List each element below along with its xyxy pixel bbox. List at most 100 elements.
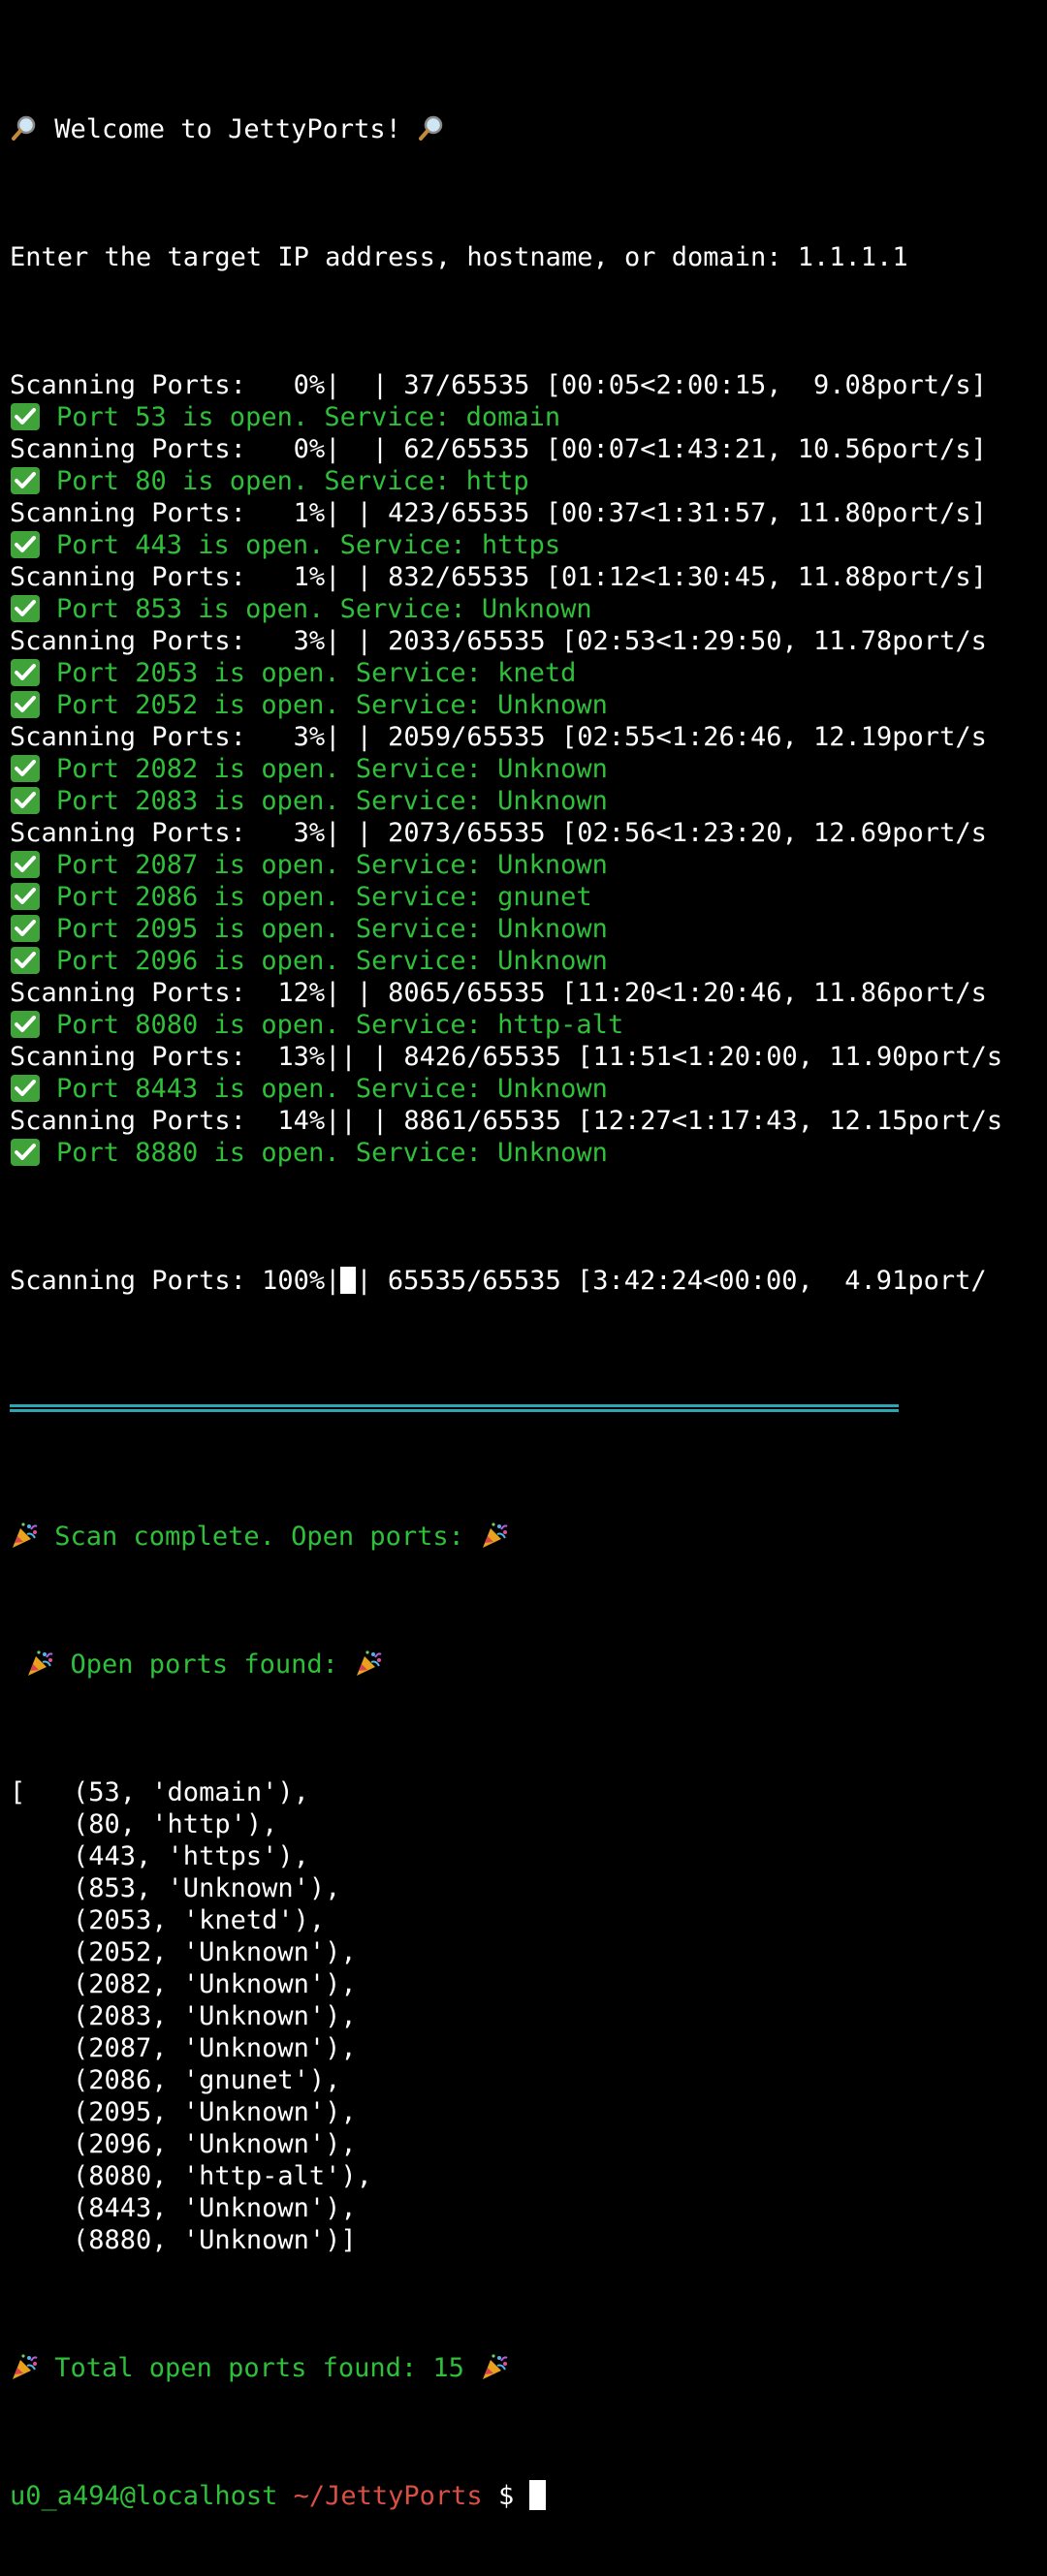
party-popper-icon: [480, 1521, 509, 1550]
check-mark-icon: [10, 883, 41, 910]
open-port-text: Port 2082 is open. Service: Unknown: [56, 754, 608, 784]
party-popper-icon: [10, 1521, 39, 1550]
open-ports-found-text: Open ports found:: [70, 1649, 338, 1680]
open-port-line: Port 8080 is open. Service: http-alt: [10, 1009, 1047, 1041]
open-port-text: Port 443 is open. Service: https: [56, 530, 561, 560]
open-port-text: Port 2086 is open. Service: gnunet: [56, 882, 592, 912]
open-port-line: Port 2096 is open. Service: Unknown: [10, 945, 1047, 977]
port-list-item: (2083, 'Unknown'),: [10, 2001, 357, 2031]
open-port-text: Port 80 is open. Service: http: [56, 466, 529, 496]
scan-progress-line: Scanning Ports: 13%|| | 8426/65535 [11:5…: [10, 1041, 1047, 1073]
check-mark-icon: [10, 531, 41, 558]
open-port-line: Port 53 is open. Service: domain: [10, 401, 1047, 433]
scan-progress-text: Scanning Ports: 3%| | 2033/65535 [02:53<…: [10, 626, 987, 656]
check-mark-icon: [10, 947, 41, 974]
open-port-text: Port 8443 is open. Service: Unknown: [56, 1074, 608, 1104]
open-port-text: Port 2096 is open. Service: Unknown: [56, 946, 608, 976]
scan-progress-text: Scanning Ports: 3%| | 2073/65535 [02:56<…: [10, 818, 987, 848]
target-value: 1.1.1.1: [797, 242, 908, 272]
check-mark-icon: [10, 659, 41, 686]
text-cursor[interactable]: [529, 2480, 547, 2510]
open-port-line: Port 8880 is open. Service: Unknown: [10, 1137, 1047, 1169]
open-port-line: Port 80 is open. Service: http: [10, 465, 1047, 497]
check-mark-icon: [10, 403, 41, 430]
check-mark-icon: [10, 851, 41, 878]
welcome-text: Welcome to JettyPorts!: [54, 114, 401, 144]
target-prompt-line: Enter the target IP address, hostname, o…: [10, 241, 1047, 273]
open-port-text: Port 2095 is open. Service: Unknown: [56, 914, 608, 944]
open-port-line: Port 2095 is open. Service: Unknown: [10, 913, 1047, 945]
check-mark-icon: [10, 1139, 41, 1166]
terminal-output: Welcome to JettyPorts! Enter the target …: [10, 17, 1047, 2576]
check-mark-icon: [10, 787, 41, 814]
check-mark-icon: [10, 1075, 41, 1102]
open-port-line: Port 2083 is open. Service: Unknown: [10, 785, 1047, 817]
open-port-line: Port 2087 is open. Service: Unknown: [10, 849, 1047, 881]
separator-rule: [10, 1393, 1047, 1425]
port-list-item: (2052, 'Unknown'),: [10, 1937, 357, 1967]
port-list-item: (2082, 'Unknown'),: [10, 1969, 357, 1999]
port-list-item: (853, 'Unknown'),: [10, 1873, 341, 1903]
open-port-text: Port 853 is open. Service: Unknown: [56, 594, 592, 624]
open-port-line: Port 2086 is open. Service: gnunet: [10, 881, 1047, 913]
open-port-text: Port 2083 is open. Service: Unknown: [56, 786, 608, 816]
scan-progress-text: Scanning Ports: 1%| | 832/65535 [01:12<1…: [10, 562, 987, 592]
party-popper-icon: [25, 1649, 54, 1678]
prompt-user-host: u0_a494@localhost: [10, 2481, 278, 2511]
scan-log: Scanning Ports: 0%| | 37/65535 [00:05<2:…: [10, 369, 1047, 1169]
scan-progress-text: Scanning Ports: 0%| | 37/65535 [00:05<2:…: [10, 370, 987, 400]
party-popper-icon: [354, 1649, 383, 1678]
port-list-item: (2087, 'Unknown'),: [10, 2033, 357, 2063]
scan-progress-line: Scanning Ports: 0%| | 62/65535 [00:07<1:…: [10, 433, 1047, 465]
port-list-item: (8080, 'http-alt'),: [10, 2161, 372, 2191]
scan-progress-line: Scanning Ports: 0%| | 37/65535 [00:05<2:…: [10, 369, 1047, 401]
scan-progress-text: Scanning Ports: 13%|| | 8426/65535 [11:5…: [10, 1042, 1003, 1072]
total-text: Total open ports found: 15: [54, 2353, 464, 2383]
magnifying-glass-icon: [417, 113, 446, 142]
open-port-text: Port 2052 is open. Service: Unknown: [56, 690, 608, 720]
check-mark-icon: [10, 467, 41, 494]
scan-complete-line: Scan complete. Open ports:: [10, 1521, 1047, 1553]
port-list-item: (8443, 'Unknown'),: [10, 2193, 357, 2223]
port-list-item: (8880, 'Unknown')]: [10, 2225, 357, 2255]
scan-progress-line: Scanning Ports: 1%| | 832/65535 [01:12<1…: [10, 561, 1047, 593]
open-port-line: Port 2053 is open. Service: knetd: [10, 657, 1047, 689]
port-list-item: (2095, 'Unknown'),: [10, 2097, 357, 2127]
open-port-text: Port 8080 is open. Service: http-alt: [56, 1010, 624, 1040]
port-list-item: [ (53, 'domain'),: [10, 1777, 309, 1807]
shell-prompt-line[interactable]: u0_a494@localhost ~/JettyPorts $: [10, 2480, 1047, 2512]
final-progress-suffix: | 65535/65535 [3:42:24<00:00, 4.91port/: [356, 1266, 987, 1296]
port-list-item: (443, 'https'),: [10, 1841, 309, 1871]
open-port-text: Port 2087 is open. Service: Unknown: [56, 850, 608, 880]
scan-progress-text: Scanning Ports: 12%| | 8065/65535 [11:20…: [10, 978, 987, 1008]
scan-progress-line: Scanning Ports: 14%|| | 8861/65535 [12:2…: [10, 1105, 1047, 1137]
scan-progress-text: Scanning Ports: 1%| | 423/65535 [00:37<1…: [10, 498, 987, 528]
party-popper-icon: [10, 2352, 39, 2381]
scan-progress-text: Scanning Ports: 14%|| | 8861/65535 [12:2…: [10, 1106, 1003, 1136]
open-port-text: Port 2053 is open. Service: knetd: [56, 658, 577, 688]
scan-progress-text: Scanning Ports: 0%| | 62/65535 [00:07<1:…: [10, 434, 987, 464]
scan-progress-text: Scanning Ports: 3%| | 2059/65535 [02:55<…: [10, 722, 987, 752]
open-port-line: Port 8443 is open. Service: Unknown: [10, 1073, 1047, 1105]
prompt-path: ~/JettyPorts: [293, 2481, 483, 2511]
final-progress-prefix: Scanning Ports: 100%|: [10, 1266, 341, 1296]
check-mark-icon: [10, 755, 41, 782]
check-mark-icon: [10, 691, 41, 718]
scan-progress-line: Scanning Ports: 3%| | 2033/65535 [02:53<…: [10, 625, 1047, 657]
open-port-line: Port 2082 is open. Service: Unknown: [10, 753, 1047, 785]
check-mark-icon: [10, 1011, 41, 1038]
progress-bar-fill: [340, 1267, 357, 1294]
port-list-item: (2086, 'gnunet'),: [10, 2065, 341, 2095]
check-mark-icon: [10, 595, 41, 622]
open-ports-found-line: Open ports found:: [10, 1649, 1047, 1681]
port-list-item: (80, 'http'),: [10, 1809, 278, 1839]
separator-double-line: [10, 1404, 899, 1412]
scan-progress-line: Scanning Ports: 12%| | 8065/65535 [11:20…: [10, 977, 1047, 1009]
check-mark-icon: [10, 915, 41, 942]
port-list-item: (2096, 'Unknown'),: [10, 2129, 357, 2159]
prompt-symbol: $: [497, 2481, 515, 2511]
open-port-line: Port 2052 is open. Service: Unknown: [10, 689, 1047, 721]
port-list-item: (2053, 'knetd'),: [10, 1905, 326, 1935]
total-line: Total open ports found: 15: [10, 2352, 1047, 2384]
open-port-line: Port 853 is open. Service: Unknown: [10, 593, 1047, 625]
